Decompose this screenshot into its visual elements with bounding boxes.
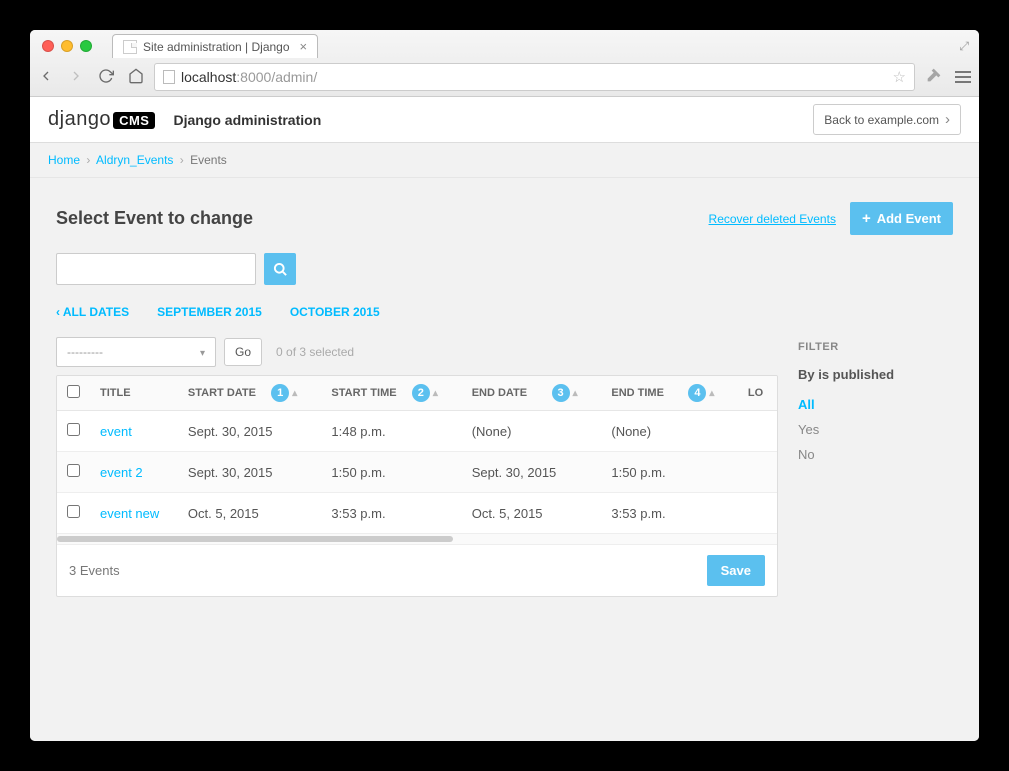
breadcrumb-link[interactable]: Aldryn_Events xyxy=(96,153,173,167)
cell-end-time: (None) xyxy=(601,411,737,452)
filter-sidebar: FILTER By is published All Yes No xyxy=(798,337,953,597)
search-icon xyxy=(273,262,288,277)
minimize-window-button[interactable] xyxy=(61,40,73,52)
add-event-button[interactable]: Add Event xyxy=(850,202,953,235)
settings-icon[interactable] xyxy=(925,68,941,87)
table-row: event 2 Sept. 30, 2015 1:50 p.m. Sept. 3… xyxy=(57,452,777,493)
zoom-window-button[interactable] xyxy=(80,40,92,52)
search-button[interactable] xyxy=(264,253,296,285)
filter-heading: FILTER xyxy=(798,341,953,353)
date-filter-all[interactable]: ‹ ALL DATES xyxy=(56,305,129,319)
reload-icon[interactable] xyxy=(98,68,114,87)
menu-icon[interactable] xyxy=(955,71,971,83)
breadcrumb-current: Events xyxy=(190,153,227,167)
cell-start-time: 1:48 p.m. xyxy=(321,411,461,452)
date-filter-row: ‹ ALL DATES SEPTEMBER 2015 OCTOBER 2015 xyxy=(56,305,953,319)
col-end-date[interactable]: END DATE 3▴ xyxy=(462,376,602,411)
admin-topbar: djangoCMS Django administration Back to … xyxy=(30,97,979,143)
cell-end-time: 1:50 p.m. xyxy=(601,452,737,493)
cell-end-date: Oct. 5, 2015 xyxy=(462,493,602,534)
selected-count: 0 of 3 selected xyxy=(276,345,354,359)
plus-icon xyxy=(862,210,871,227)
row-checkbox[interactable] xyxy=(67,464,80,477)
browser-chrome: Site administration | Django × ⤢ localho… xyxy=(30,30,979,97)
back-to-site-button[interactable]: Back to example.com xyxy=(813,104,961,135)
go-button[interactable]: Go xyxy=(224,338,262,366)
save-button[interactable]: Save xyxy=(707,555,765,586)
events-table: TITLE START DATE 1▴ START TIME 2▴ END DA… xyxy=(56,375,778,597)
breadcrumb: Home › Aldryn_Events › Events xyxy=(30,143,979,178)
window-controls xyxy=(38,40,100,58)
tab-title: Site administration | Django xyxy=(143,40,290,54)
chevron-right-icon xyxy=(945,111,950,128)
bookmark-icon[interactable]: ☆ xyxy=(893,68,906,86)
col-location[interactable]: LO xyxy=(738,376,777,411)
cell-end-time: 3:53 p.m. xyxy=(601,493,737,534)
cell-start-time: 1:50 p.m. xyxy=(321,452,461,493)
select-all-checkbox[interactable] xyxy=(67,385,80,398)
event-link[interactable]: event xyxy=(100,424,132,439)
date-filter-oct[interactable]: OCTOBER 2015 xyxy=(290,305,380,319)
cell-start-time: 3:53 p.m. xyxy=(321,493,461,534)
recover-deleted-link[interactable]: Recover deleted Events xyxy=(709,212,836,226)
page-icon xyxy=(123,40,137,54)
col-end-time[interactable]: END TIME 4▴ xyxy=(601,376,737,411)
filter-option-no[interactable]: No xyxy=(798,442,953,467)
browser-window: Site administration | Django × ⤢ localho… xyxy=(30,30,979,741)
url-text: localhost:8000/admin/ xyxy=(181,69,317,85)
bulk-action-select[interactable]: --------- xyxy=(56,337,216,367)
fullscreen-icon[interactable]: ⤢ xyxy=(959,39,979,58)
home-icon[interactable] xyxy=(128,68,144,87)
chevron-down-icon xyxy=(200,345,205,359)
filter-group-title: By is published xyxy=(798,367,953,382)
horizontal-scrollbar[interactable] xyxy=(57,534,777,544)
search-input[interactable] xyxy=(56,253,256,285)
row-checkbox[interactable] xyxy=(67,505,80,518)
logo: djangoCMS xyxy=(48,108,155,131)
result-count: 3 Events xyxy=(69,563,120,578)
admin-title: Django administration xyxy=(173,112,321,128)
col-start-date[interactable]: START DATE 1▴ xyxy=(178,376,321,411)
close-window-button[interactable] xyxy=(42,40,54,52)
cell-end-date: Sept. 30, 2015 xyxy=(462,452,602,493)
table-row: event new Oct. 5, 2015 3:53 p.m. Oct. 5,… xyxy=(57,493,777,534)
table-row: event Sept. 30, 2015 1:48 p.m. (None) (N… xyxy=(57,411,777,452)
row-checkbox[interactable] xyxy=(67,423,80,436)
forward-icon xyxy=(68,68,84,87)
cell-start-date: Sept. 30, 2015 xyxy=(178,411,321,452)
browser-tab[interactable]: Site administration | Django × xyxy=(112,34,318,58)
cell-end-date: (None) xyxy=(462,411,602,452)
address-bar[interactable]: localhost:8000/admin/ ☆ xyxy=(154,63,915,91)
event-link[interactable]: event 2 xyxy=(100,465,143,480)
page-title: Select Event to change xyxy=(56,208,253,229)
filter-option-yes[interactable]: Yes xyxy=(798,417,953,442)
back-icon[interactable] xyxy=(38,68,54,87)
col-start-time[interactable]: START TIME 2▴ xyxy=(321,376,461,411)
close-tab-icon[interactable]: × xyxy=(300,39,308,54)
filter-option-all[interactable]: All xyxy=(798,392,953,417)
page-content: djangoCMS Django administration Back to … xyxy=(30,97,979,741)
cell-start-date: Oct. 5, 2015 xyxy=(178,493,321,534)
site-info-icon[interactable] xyxy=(163,70,175,84)
date-filter-sep[interactable]: SEPTEMBER 2015 xyxy=(157,305,262,319)
col-title[interactable]: TITLE xyxy=(90,376,178,411)
event-link[interactable]: event new xyxy=(100,506,159,521)
breadcrumb-link[interactable]: Home xyxy=(48,153,80,167)
cell-start-date: Sept. 30, 2015 xyxy=(178,452,321,493)
